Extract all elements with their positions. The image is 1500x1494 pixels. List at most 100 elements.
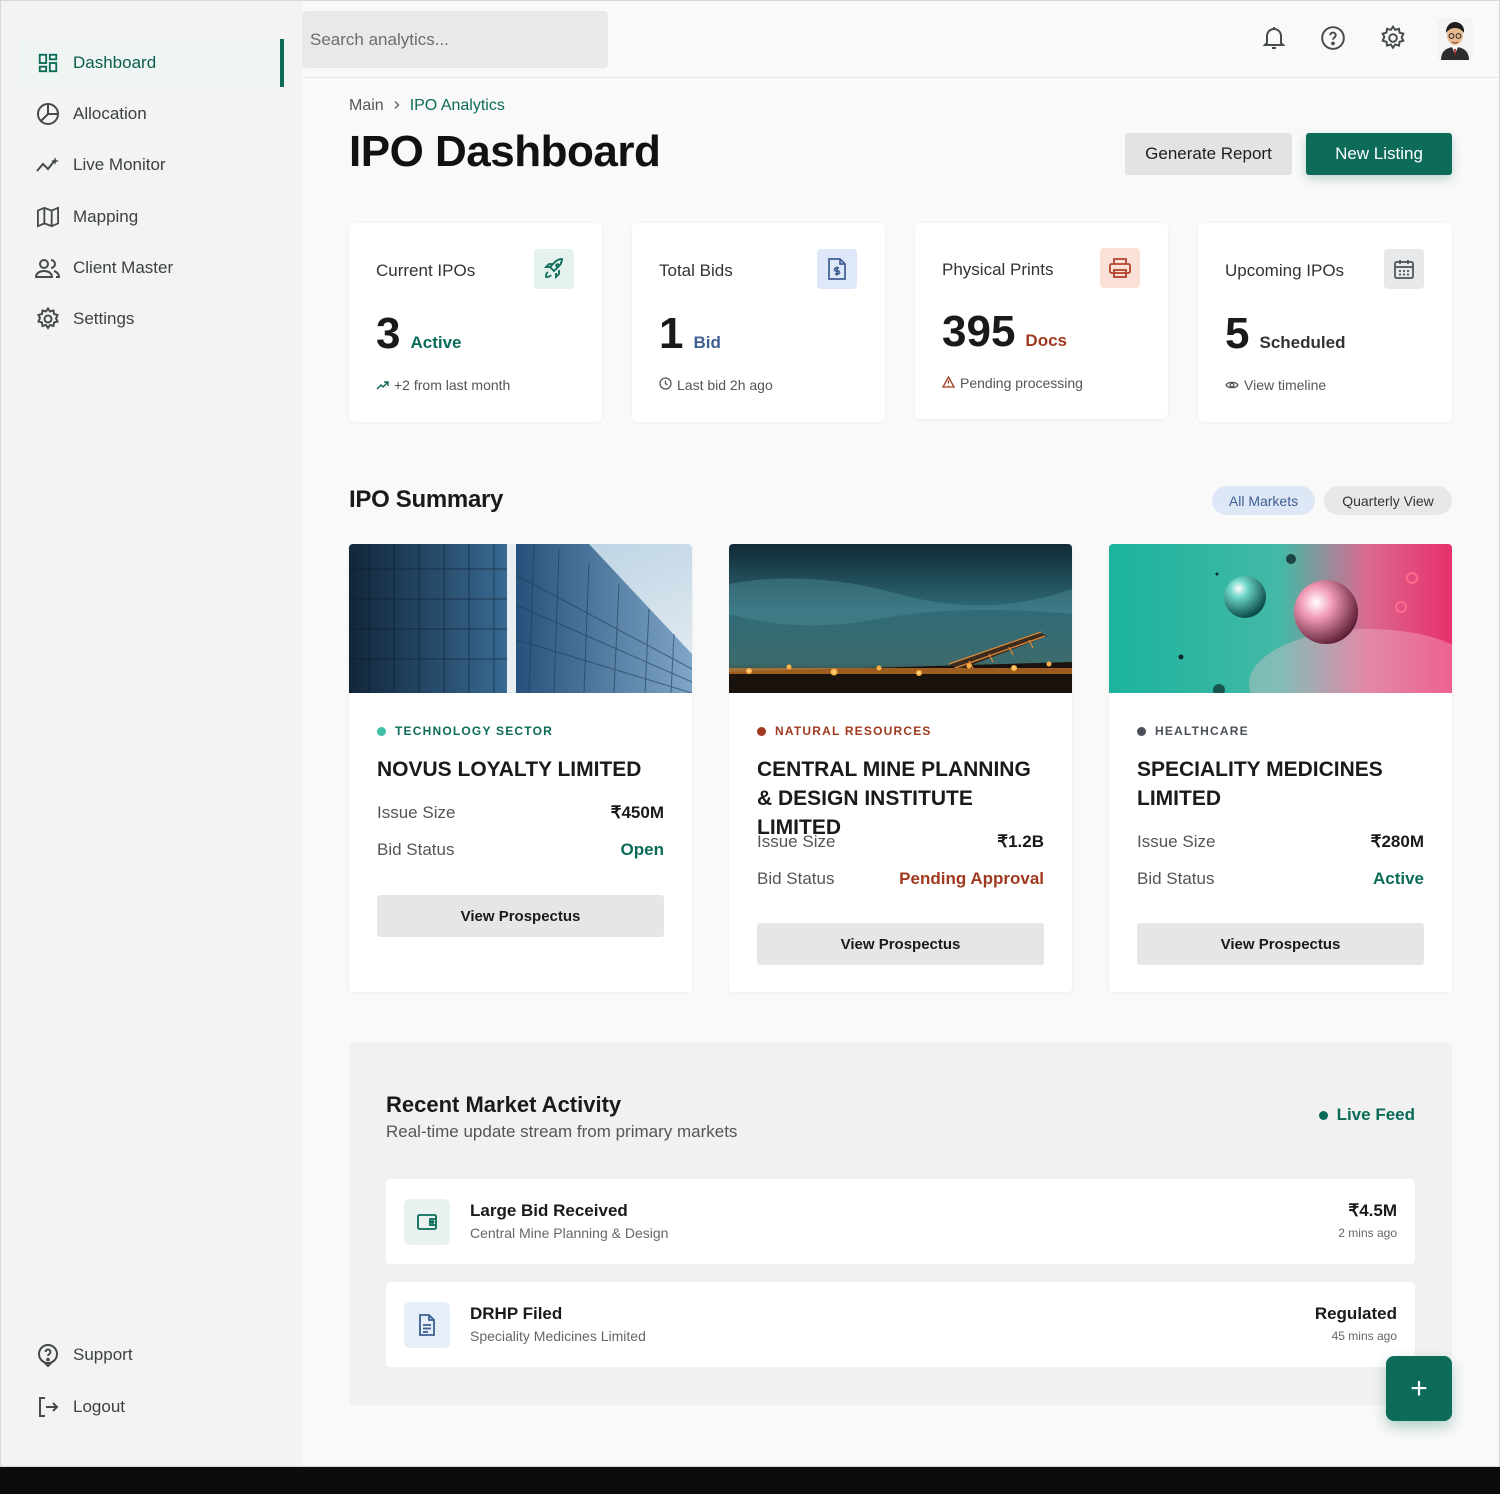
stat-card-physical-prints: Physical Prints 395 Docs Pending process… [915,223,1168,419]
printer-icon [1100,248,1140,288]
sidebar-item-settings[interactable]: Settings [19,295,284,343]
stat-unit: Bid [693,333,721,352]
breadcrumb-root[interactable]: Main [349,97,384,115]
app-window: Dashboard Allocation Live Monitor Mappin… [0,0,1500,1467]
stat-card-upcoming-ipos: Upcoming IPOs 5 Scheduled View timeline [1198,223,1452,422]
rocket-icon [534,249,574,289]
stat-card-current-ipos: Current IPOs 3 Active +2 from last month [349,223,602,422]
section-title-ipo-summary: IPO Summary [349,486,504,513]
stat-number: 5 [1225,309,1250,358]
view-prospectus-button[interactable]: View Prospectus [1137,923,1424,965]
stat-number: 1 [659,309,684,358]
stat-unit: Scheduled [1259,333,1346,352]
search-input[interactable] [302,11,608,68]
activity-value: Regulated [1314,1304,1397,1323]
issue-size-row: Issue Size ₹450M [377,803,664,823]
mine-night-image [729,544,1072,693]
avatar[interactable] [1437,18,1473,60]
help-icon[interactable] [1318,23,1348,53]
stat-label: Upcoming IPOs [1225,261,1345,280]
sidebar-item-mapping[interactable]: Mapping [19,193,284,241]
stat-footer[interactable]: View timeline [1225,377,1326,393]
stat-unit: Active [410,333,462,352]
stat-value: 3 Active [376,309,462,359]
stat-value: 1 Bid [659,309,721,359]
issue-size-value: ₹1.2B [997,832,1044,851]
sector-text: TECHNOLOGY SECTOR [395,724,553,738]
view-timeline-link[interactable]: View timeline [1244,377,1326,393]
pie-chart-icon [35,101,61,127]
sector-label: NATURAL RESOURCES [757,724,932,738]
stat-number: 3 [376,309,401,358]
dashboard-icon [35,50,61,76]
sector-label: TECHNOLOGY SECTOR [377,724,553,738]
activity-icon [35,152,61,178]
stat-value: 395 Docs [942,307,1067,357]
sidebar-item-support[interactable]: Support [19,1331,284,1379]
sidebar-item-label: Live Monitor [73,155,166,174]
bubbles-image [1109,544,1452,693]
activity-row[interactable]: Large Bid Received Central Mine Planning… [386,1179,1415,1264]
live-feed-label: Live Feed [1336,1105,1415,1124]
activity-row[interactable]: DRHP Filed Speciality Medicines Limited … [386,1282,1415,1367]
sidebar-item-logout[interactable]: Logout [19,1383,284,1431]
users-icon [35,255,61,281]
sidebar-item-label: Mapping [73,207,139,226]
bell-icon[interactable] [1259,23,1289,53]
company-name: CENTRAL MINE PLANNING & DESIGN INSTITUTE… [757,758,1031,839]
issue-size-row: Issue Size ₹280M [1137,832,1424,852]
breadcrumb-current: IPO Analytics [409,97,505,114]
sector-dot [757,726,766,736]
gear-icon [35,306,61,332]
bid-status-row: Bid Status Open [377,840,664,860]
recent-activity-panel: Recent Market Activity Real-time update … [349,1042,1452,1405]
filter-quarterly-view[interactable]: Quarterly View [1324,486,1452,515]
stat-label: Total Bids [659,261,733,280]
issue-size-value: ₹280M [1370,832,1424,851]
filter-all-markets[interactable]: All Markets [1212,486,1315,515]
stat-label: Physical Prints [942,260,1054,279]
building-image [349,544,692,693]
gear-icon[interactable] [1378,23,1408,53]
sidebar-item-live-monitor[interactable]: Live Monitor [19,141,284,189]
activity-subtitle: Real-time update stream from primary mar… [386,1122,738,1141]
eye-icon [1225,377,1239,393]
ipo-card-cmpdi: NATURAL RESOURCES CENTRAL MINE PLANNING … [729,544,1072,992]
bid-status-row: Bid Status Pending Approval [757,869,1044,889]
add-floating-button[interactable]: + [1386,1356,1452,1421]
live-feed-indicator: Live Feed [1318,1105,1415,1125]
bid-status-label: Bid Status [377,840,455,859]
activity-name: Large Bid Received [470,1201,628,1220]
view-prospectus-button[interactable]: View Prospectus [757,923,1044,965]
issue-size-label: Issue Size [377,803,456,822]
bid-status-value: Pending Approval [899,869,1044,888]
generate-report-button[interactable]: Generate Report [1125,133,1292,175]
view-prospectus-button[interactable]: View Prospectus [377,895,664,937]
document-dollar-icon [817,249,857,289]
window-bottom-edge [0,1467,1500,1494]
sidebar-item-label: Support [73,1345,133,1364]
sidebar-item-allocation[interactable]: Allocation [19,90,284,138]
new-listing-button[interactable]: New Listing [1306,133,1452,175]
stat-footer-text: Pending processing [960,375,1083,391]
sidebar-item-dashboard[interactable]: Dashboard [19,39,284,87]
sector-text: NATURAL RESOURCES [775,724,932,738]
file-icon [404,1302,450,1348]
activity-company: Speciality Medicines Limited [470,1328,646,1344]
bid-status-value: Active [1372,869,1424,888]
ipo-card-speciality-medicines: HEALTHCARE SPECIALITY MEDICINES LIMITED … [1109,544,1452,992]
sidebar-item-client-master[interactable]: Client Master [19,244,284,292]
live-dot [1318,1110,1328,1120]
sidebar-item-label: Dashboard [73,53,157,72]
map-icon [35,204,61,230]
issue-size-label: Issue Size [757,832,836,851]
activity-company: Central Mine Planning & Design [470,1225,669,1241]
stat-number: 395 [942,307,1016,356]
sector-dot [377,726,386,736]
company-name: SPECIALITY MEDICINES LIMITED [1137,758,1383,810]
sidebar: Dashboard Allocation Live Monitor Mappin… [1,1,302,1466]
activity-title: Recent Market Activity [386,1092,622,1117]
warning-icon [941,375,956,391]
bid-status-label: Bid Status [1137,869,1215,888]
sector-text: HEALTHCARE [1155,724,1249,738]
